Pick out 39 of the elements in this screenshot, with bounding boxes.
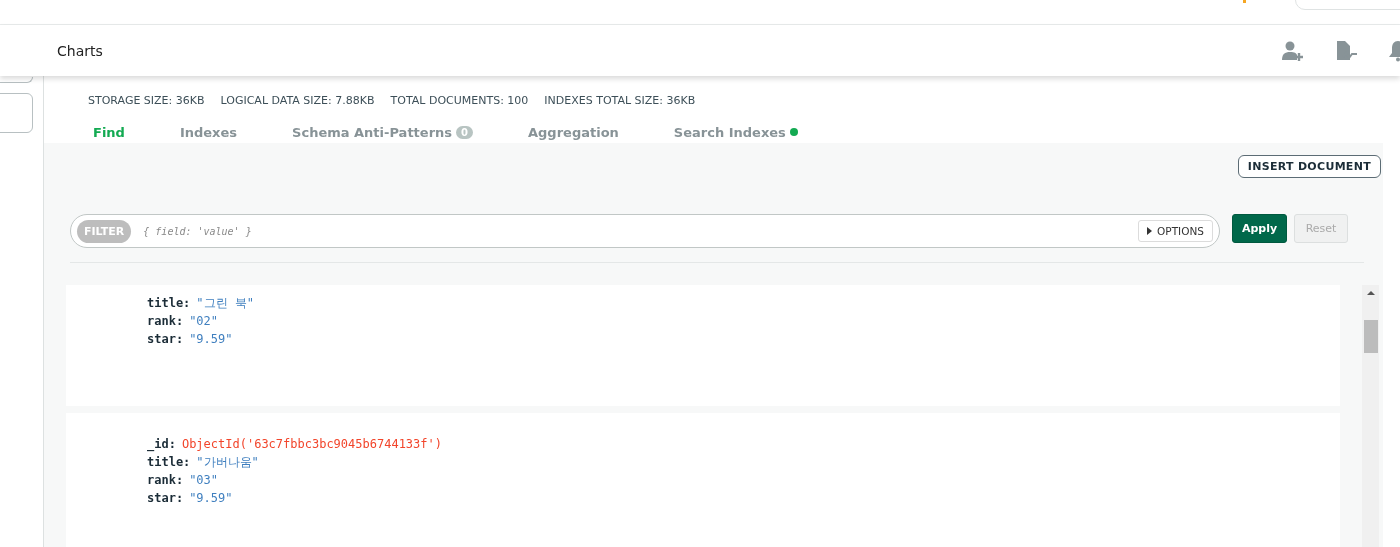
top-bar-marker xyxy=(1243,0,1246,3)
field-value: "가버나움" xyxy=(196,455,259,469)
add-user-icon[interactable] xyxy=(1282,39,1304,62)
count-badge: 0 xyxy=(456,125,473,139)
scrollbar[interactable] xyxy=(1362,285,1379,547)
scrollbar-thumb[interactable] xyxy=(1363,320,1378,353)
field-key: _id: xyxy=(147,437,176,451)
field-key: star: xyxy=(147,491,184,505)
field-key: rank: xyxy=(147,314,184,328)
field-key: star: xyxy=(147,332,184,346)
field-value: ObjectId('63c7fbbc3bc9045b6744133f') xyxy=(181,437,442,451)
apply-button[interactable]: Apply xyxy=(1232,214,1287,243)
filter-label: FILTER xyxy=(77,219,132,243)
tab[interactable]: Aggregation xyxy=(528,123,619,142)
filter-bar[interactable]: FILTER { field: 'value' } OPTIONS xyxy=(70,214,1220,248)
scroll-up-icon[interactable] xyxy=(1366,291,1375,295)
document-activity-icon[interactable] xyxy=(1334,39,1358,62)
field-value: "03" xyxy=(189,473,219,487)
field-value: "9.59" xyxy=(189,491,233,505)
field-value: "9.59" xyxy=(189,332,233,346)
field-value: "02" xyxy=(189,314,219,328)
caret-icon xyxy=(1147,227,1153,235)
sidebar-field[interactable] xyxy=(0,93,33,133)
tab[interactable]: Search Indexes xyxy=(673,123,798,142)
options-button[interactable]: OPTIONS xyxy=(1138,220,1213,242)
field-key: title: xyxy=(147,455,191,469)
field-key: title: xyxy=(147,296,191,310)
field-value: "그린 북" xyxy=(196,296,255,310)
stat-text: LOGICAL DATA SIZE: 7.88KB xyxy=(220,94,375,108)
insert-document-button[interactable]: INSERT DOCUMENT xyxy=(1237,155,1381,178)
tab[interactable]: Schema Anti-Patterns 0 xyxy=(292,123,473,142)
tab[interactable]: Find xyxy=(93,123,125,142)
stat-text: STORAGE SIZE: 36KB xyxy=(88,94,205,108)
stat-text: INDEXES TOTAL SIZE: 36KB xyxy=(544,94,696,108)
stat-text: TOTAL DOCUMENTS: 100 xyxy=(390,94,529,108)
field-key: rank: xyxy=(147,473,184,487)
nav-tab[interactable]: Charts xyxy=(57,42,103,59)
tab[interactable]: Indexes xyxy=(179,123,238,142)
filter-input[interactable]: { field: 'value' } xyxy=(141,224,1139,238)
